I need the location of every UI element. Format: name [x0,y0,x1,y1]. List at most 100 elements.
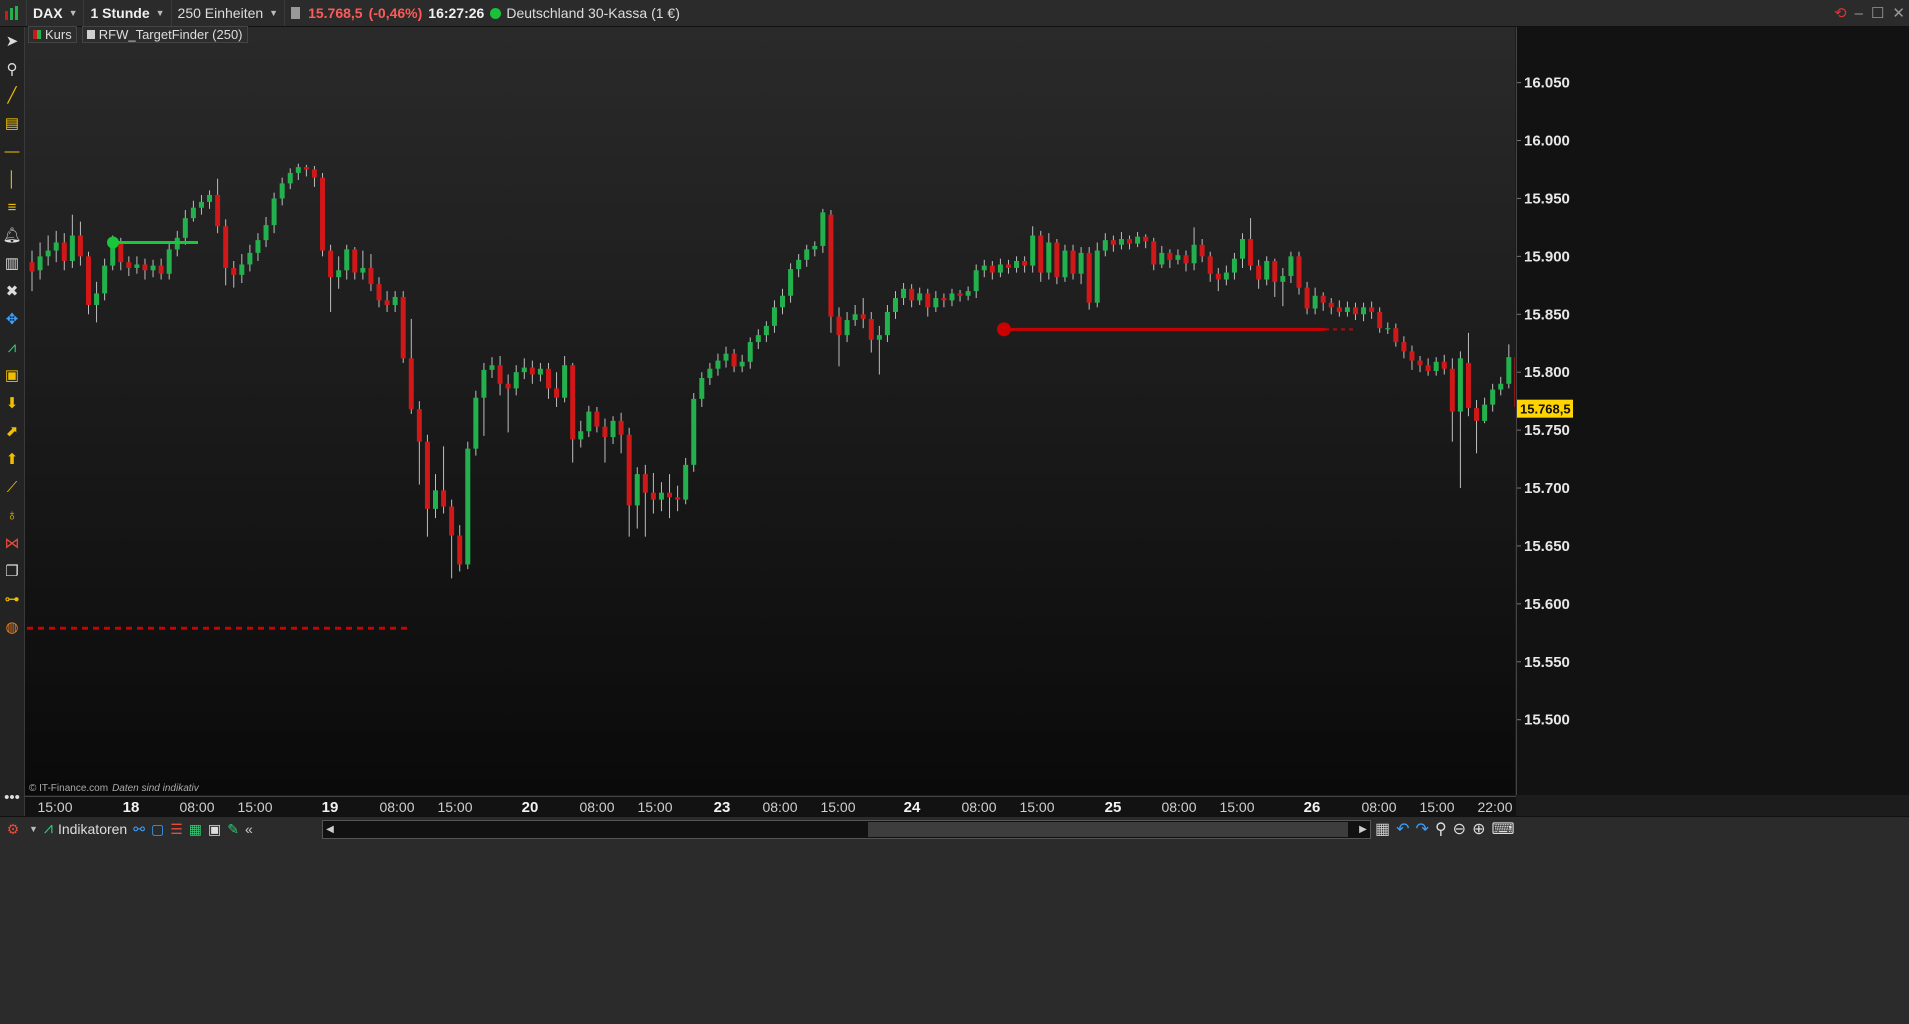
trendline-icon[interactable]: ╱ [2,85,22,105]
pattern-icon[interactable]: ⋈ [2,533,22,553]
scroll-thumb[interactable] [868,822,1348,837]
candle-up [917,293,923,301]
trash-icon[interactable]: ▥ [2,253,22,273]
bell-icon[interactable]: 🔔︎ [2,225,22,245]
redo-icon[interactable]: ↷ [1416,819,1429,839]
candle-down [328,250,334,278]
candle-down [85,256,91,306]
candle-down [1474,408,1480,421]
link-icon[interactable]: ⊶ [2,589,22,609]
double-chevron-left-icon[interactable]: « [242,817,256,841]
candle-down [352,249,358,273]
candle-down [1151,241,1157,265]
point-icon[interactable]: ♁ [2,505,22,525]
indicators-button[interactable]: ⩘ Indikatoren [41,817,130,841]
candle-up [513,372,519,389]
candle-down [675,497,681,500]
text-icon[interactable]: ▣ [2,365,22,385]
cursor-icon[interactable]: ➤ [2,31,22,51]
data-disclaimer: Daten sind indikativ [112,783,199,794]
candle-up [360,267,366,273]
candle-up [1046,242,1052,273]
share-icon[interactable]: ⚯ [130,817,148,841]
wrench-icon[interactable]: ✖ [2,281,22,301]
arrow-up-icon[interactable]: ⬆ [2,449,22,469]
candle-down [441,490,447,507]
x-tick-label: 19 [322,799,339,816]
keyboard-icon[interactable]: ⌨ [1491,819,1514,839]
candle-up [1094,250,1100,303]
x-tick-label: 25 [1105,799,1122,816]
alarm-icon[interactable]: ✎ [224,817,242,841]
undo-icon[interactable]: ↶ [1396,819,1409,839]
chevron-down-icon: ▼ [68,8,78,18]
fibonacci-icon[interactable]: ≡ [2,197,22,217]
candle-down [570,365,576,440]
scroll-left-icon[interactable]: ◀ [323,821,337,838]
polyline-icon[interactable]: ⟋ [2,477,22,497]
y-tick-label: 15.850 [1524,306,1570,323]
y-tick-label: 15.900 [1524,248,1570,265]
zoom-icon[interactable]: ⚲ [2,59,22,79]
settings-icon[interactable]: ⚙ [0,817,26,841]
candlestick-chart[interactable] [25,27,1520,795]
screenshot-icon[interactable]: ▣ [205,817,224,841]
arrow-down-icon[interactable]: ⬇ [2,393,22,413]
x-tick-label: 26 [1304,799,1321,816]
candle-down [1336,307,1342,312]
horizontal-line-icon[interactable]: — [2,141,22,161]
units-selector[interactable]: 250 Einheiten ▼ [172,0,286,26]
orders-icon[interactable]: ▦ [186,817,205,841]
y-tick-label: 15.500 [1524,712,1570,729]
time-axis[interactable]: 15:00 18 08:00 15:00 19 08:00 15:00 20 08:00 15:0… [25,796,1516,817]
zoom-fit-icon[interactable]: ⚲ [1435,819,1447,839]
zigzag-icon[interactable]: ⩘ [2,337,22,357]
calendar-icon[interactable]: ▦ [1375,819,1390,839]
app-icon[interactable] [0,0,27,26]
chart-scrollbar[interactable]: ◀ ▶ [322,820,1371,839]
comment-icon[interactable]: ▢ [148,817,167,841]
arrow-diagonal-icon[interactable]: ⬈ [2,421,22,441]
ruler-icon[interactable]: ▤ [2,113,22,133]
maximize-icon[interactable]: ☐ [1871,4,1884,22]
timeframe-selector[interactable]: 1 Stunde ▼ [84,0,172,26]
candle-down [1005,264,1011,268]
candle-down [497,365,503,384]
more-icon[interactable]: ••• [2,787,22,807]
vertical-line-icon[interactable]: │ [2,169,22,189]
x-tick-label: 08:00 [1361,799,1396,815]
candle-down [594,411,600,427]
candle-down [368,267,374,285]
chart-area[interactable] [25,27,1520,795]
list-icon[interactable]: ☰ [167,817,186,841]
move-icon[interactable]: ✥ [2,309,22,329]
info-icon[interactable] [291,7,301,19]
chevron-down-icon[interactable]: ▼ [26,817,41,841]
close-icon[interactable]: ✕ [1892,4,1905,22]
instrument-selector[interactable]: DAX ▼ [27,0,85,26]
alert-icon[interactable]: ⟲ [1834,4,1847,22]
candle-down [1441,361,1447,369]
color-wheel-icon[interactable]: ◍ [2,617,22,637]
candle-up [392,296,398,306]
candle-down [602,426,608,438]
candle-down [223,226,229,268]
candle-up [844,320,850,336]
chevron-down-icon: ▼ [269,8,279,18]
candle-down [142,264,148,271]
candle-down [424,441,430,509]
zoom-in-icon[interactable]: ⊕ [1472,819,1485,839]
candle-up [562,365,568,398]
scroll-right-icon[interactable]: ▶ [1356,821,1370,838]
candle-down [836,316,842,336]
candle-up [182,218,188,238]
copy-icon[interactable]: ❐ [2,561,22,581]
x-tick-label: 15:00 [820,799,855,815]
price-axis[interactable]: 16.050 16.000 15.950 15.900 15.850 15.800 15.7… [1516,27,1909,795]
legend-item-indicator[interactable]: RFW_TargetFinder (250) [81,26,248,43]
legend-item-kurs[interactable]: Kurs [28,26,77,43]
minimize-icon[interactable]: – [1855,5,1863,22]
zoom-out-icon[interactable]: ⊖ [1453,819,1466,839]
candle-down [29,262,35,272]
candle-up [965,291,971,296]
